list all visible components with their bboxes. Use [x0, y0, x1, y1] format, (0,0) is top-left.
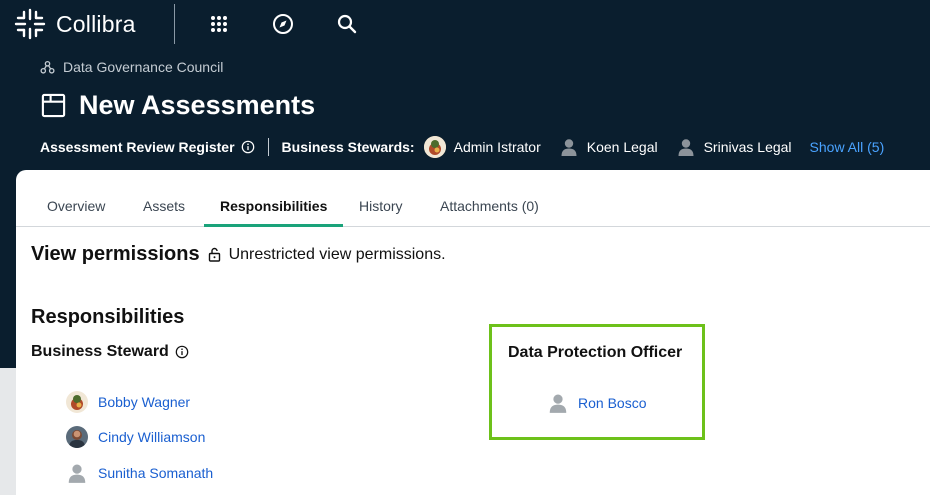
avatar — [66, 426, 88, 448]
breadcrumb[interactable]: Data Governance Council — [40, 59, 223, 75]
page-title: New Assessments — [79, 90, 316, 120]
domain-label[interactable]: Assessment Review Register — [40, 139, 235, 155]
info-icon[interactable] — [241, 140, 255, 154]
asset-header: Data Governance Council New Assessments … — [0, 48, 930, 170]
person-link[interactable]: Bobby Wagner — [98, 394, 190, 410]
top-navigation-bar: Collibra — [0, 0, 930, 48]
user-placeholder-icon — [549, 394, 567, 413]
assessment-type-icon — [41, 93, 66, 118]
responsibilities-title: Responsibilities — [31, 306, 185, 328]
title-row: New Assessments — [40, 90, 315, 121]
steward-srinivas-legal[interactable]: Srinivas Legal — [676, 137, 792, 157]
info-icon[interactable] — [175, 345, 189, 359]
business-steward-heading: Business Steward — [31, 343, 189, 361]
tab-history[interactable]: History — [359, 198, 403, 214]
collibra-logo[interactable]: Collibra — [14, 8, 136, 40]
list-item[interactable]: Ron Bosco — [547, 392, 646, 414]
stewards-label: Business Stewards: — [281, 139, 415, 155]
view-permissions-row: View permissions Unrestricted view permi… — [31, 243, 446, 266]
collibra-logo-icon — [14, 8, 46, 40]
tab-attachments[interactable]: Attachments (0) — [440, 198, 539, 214]
topbar-divider — [174, 4, 175, 44]
tab-bar: Overview Assets Responsibilities History… — [16, 187, 930, 227]
avatar — [423, 136, 446, 158]
business-steward-title: Business Steward — [31, 343, 169, 360]
steward-koen-legal[interactable]: Koen Legal — [559, 137, 658, 157]
tab-overview[interactable]: Overview — [47, 198, 105, 214]
list-item[interactable]: Sunitha Somanath — [66, 462, 213, 484]
view-permissions-title: View permissions — [31, 243, 200, 265]
tab-assets[interactable]: Assets — [143, 198, 185, 214]
user-placeholder-icon — [678, 139, 694, 156]
meta-divider — [267, 138, 269, 156]
page-left-edge — [0, 368, 16, 495]
community-icon — [40, 60, 55, 74]
steward-admin-istrator[interactable]: Admin Istrator — [423, 136, 541, 158]
active-tab-indicator — [204, 224, 343, 227]
show-all-link[interactable]: Show All (5) — [810, 139, 885, 155]
unlock-icon — [208, 247, 220, 262]
list-item[interactable]: Cindy Williamson — [66, 426, 205, 448]
steward-name: Koen Legal — [586, 139, 658, 155]
dpo-card: Data Protection Officer Ron Bosco — [489, 324, 705, 440]
community-name[interactable]: Data Governance Council — [63, 59, 223, 75]
person-link[interactable]: Sunitha Somanath — [98, 465, 213, 481]
app-name: Collibra — [56, 10, 136, 37]
compass-icon[interactable] — [271, 12, 295, 36]
user-placeholder-icon — [68, 464, 86, 483]
avatar — [66, 391, 88, 413]
search-icon[interactable] — [335, 12, 359, 36]
list-item[interactable]: Bobby Wagner — [66, 391, 190, 413]
steward-name: Admin Istrator — [453, 139, 541, 155]
steward-name: Srinivas Legal — [703, 139, 792, 155]
apps-grid-icon[interactable] — [207, 12, 231, 36]
main-panel: Overview Assets Responsibilities History… — [16, 170, 930, 495]
view-permissions-text: Unrestricted view permissions. — [228, 245, 446, 263]
person-link[interactable]: Ron Bosco — [578, 395, 646, 411]
user-placeholder-icon — [561, 139, 577, 156]
person-link[interactable]: Cindy Williamson — [98, 429, 205, 445]
dpo-title: Data Protection Officer — [508, 344, 683, 361]
tab-responsibilities[interactable]: Responsibilities — [220, 198, 327, 214]
asset-meta-row: Assessment Review Register Business Stew… — [40, 136, 884, 158]
